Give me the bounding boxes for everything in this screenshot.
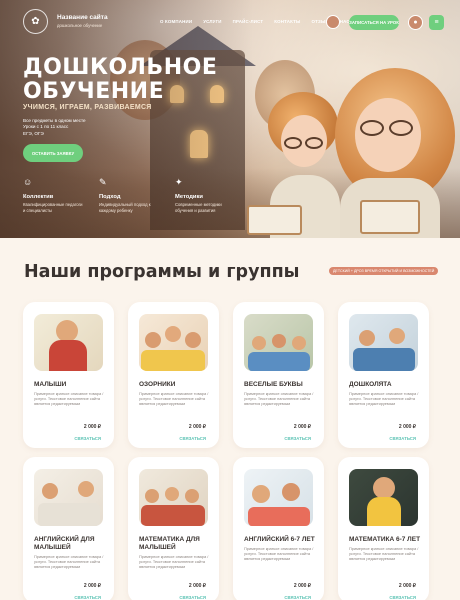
program-photo [349, 314, 418, 371]
logo-icon[interactable]: ✿ [23, 9, 48, 34]
feature-approach: ✎ Подход Индивидуальный подход к каждому… [99, 177, 151, 213]
program-photo [34, 469, 103, 526]
feature-team: ☺ Коллектив Квалифицированные педагоги и… [23, 177, 83, 213]
program-card[interactable]: МАЛЫШИ Примерное краткое описание товара… [23, 302, 114, 448]
hero-tagline: УЧИМСЯ, ИГРАЕМ, РАЗВИВАЕМСЯ [23, 104, 152, 111]
program-photo [349, 469, 418, 526]
program-card[interactable]: ДОШКОЛЯТА Примерное краткое описание тов… [338, 302, 429, 448]
nav-item-contacts[interactable]: КОНТАКТЫ [274, 19, 300, 24]
contact-link[interactable]: СВЯЗАТЬСЯ [179, 595, 206, 600]
hero-description: Все предметы в одном месте Уроки с 1 по … [23, 118, 86, 136]
nav-item-prices[interactable]: ПРАЙС-ЛИСТ [233, 19, 264, 24]
location-icon[interactable]: ● [408, 15, 423, 30]
contact-link[interactable]: СВЯЗАТЬСЯ [389, 595, 416, 600]
method-icon: ✦ [175, 177, 183, 187]
program-card[interactable]: АНГЛИЙСКИЙ ДЛЯ МАЛЫШЕЙ Примерное краткое… [23, 457, 114, 600]
contact-link[interactable]: СВЯЗАТЬСЯ [284, 436, 311, 441]
program-photo [244, 314, 313, 371]
program-card[interactable]: ОЗОРНИКИ Примерное краткое описание това… [128, 302, 219, 448]
program-photo [139, 469, 208, 526]
phone-icon[interactable] [326, 15, 340, 29]
site-subtitle: дошкольное обучение [57, 23, 103, 28]
contact-link[interactable]: СВЯЗАТЬСЯ [179, 436, 206, 441]
program-card[interactable]: ВЕСЕЛЫЕ БУКВЫ Примерное краткое описание… [233, 302, 324, 448]
feature-methods: ✦ Методики Современные методики обучения… [175, 177, 222, 213]
program-photo [139, 314, 208, 371]
leave-request-button[interactable]: ОСТАВИТЬ ЗАЯВКУ [23, 144, 83, 162]
signup-button[interactable]: ЗАПИСАТЬСЯ НА УРОК [349, 15, 399, 30]
program-photo [34, 314, 103, 371]
program-card[interactable]: МАТЕМАТИКА ДЛЯ МАЛЫШЕЙ Примерное краткое… [128, 457, 219, 600]
top-header: ✿ Название сайта дошкольное обучение О К… [0, 9, 460, 37]
contact-link[interactable]: СВЯЗАТЬСЯ [74, 436, 101, 441]
nav-item-about[interactable]: О КОМПАНИИ [160, 19, 192, 24]
site-name[interactable]: Название сайта [57, 14, 108, 21]
book-icon: ✎ [99, 177, 107, 187]
hero-title: ДОШКОЛЬНОЕ ОБУЧЕНИЕ [23, 55, 218, 104]
main-nav: О КОМПАНИИ УСЛУГИ ПРАЙС-ЛИСТ КОНТАКТЫ ОТ… [160, 19, 350, 24]
contact-link[interactable]: СВЯЗАТЬСЯ [74, 595, 101, 600]
contact-link[interactable]: СВЯЗАТЬСЯ [284, 595, 311, 600]
program-photo [244, 469, 313, 526]
nav-item-services[interactable]: УСЛУГИ [203, 19, 221, 24]
program-card[interactable]: АНГЛИЙСКИЙ 6-7 ЛЕТ Примерное краткое опи… [233, 457, 324, 600]
contact-link[interactable]: СВЯЗАТЬСЯ [389, 436, 416, 441]
section-badge: ДЕТСКИЙ + ДРОЗ ВРЕМЯ ОТКРЫТИЙ И ВОЗМОЖНО… [329, 267, 439, 275]
program-card[interactable]: МАТЕМАТИКА 6-7 ЛЕТ Примерное краткое опи… [338, 457, 429, 600]
person-icon: ☺ [23, 177, 33, 187]
menu-icon[interactable]: ≡ [429, 15, 444, 30]
section-title: Наши программы и группы [24, 262, 300, 282]
